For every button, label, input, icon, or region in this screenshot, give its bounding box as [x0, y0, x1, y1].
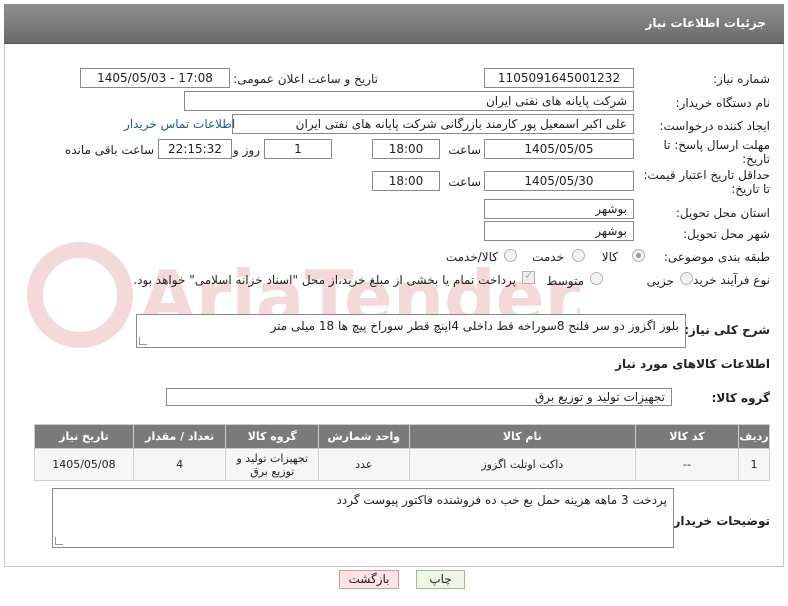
description-label: شرح کلی نیاز: — [684, 323, 770, 337]
cell-date: 1405/05/08 — [34, 448, 134, 481]
days-remaining-field: 1 — [264, 139, 332, 159]
price-validity-label-2: تا تاریخ: — [731, 182, 770, 196]
treasury-payment-checkbox[interactable] — [522, 269, 535, 284]
category-radio-goods[interactable] — [632, 249, 645, 262]
need-number-field: 1105091645001232 — [484, 68, 634, 88]
deadline-label: مهلت ارسال پاسخ: تا — [663, 138, 770, 152]
process-type-label: نوع فرآیند خرید : — [685, 273, 770, 287]
payment-note: پرداخت تمام یا بخشی از مبلغ خرید،از محل … — [133, 273, 516, 287]
days-label: روز و — [233, 143, 260, 157]
goods-group-field: تجهیزات تولید و توزیع برق — [166, 388, 672, 406]
col-unit: واحد شمارش — [318, 424, 410, 449]
cell-code: -- — [635, 448, 739, 481]
cell-name: داکت اوتلت اگزوز — [408, 448, 637, 481]
page-title: جزئیات اطلاعات نیاز — [645, 16, 766, 30]
cell-qty: 4 — [132, 448, 227, 481]
creator-field: علی اکبر اسمعیل پور کارمند بازرگانی شرکت… — [232, 114, 634, 134]
resize-grip-icon[interactable] — [55, 537, 63, 545]
remaining-time-field: 22:15:32 — [158, 139, 232, 159]
deadline-time-label: ساعت — [448, 143, 481, 157]
category-option-goods-service: کالا/خدمت — [445, 250, 498, 264]
col-code: کد کالا — [635, 424, 739, 449]
deadline-time-field: 18:00 — [372, 139, 440, 159]
process-option-minor: جزیی — [646, 274, 674, 288]
col-row: ردیف — [737, 424, 771, 449]
deadline-date-field: 1405/05/05 — [484, 139, 634, 159]
province-field: بوشهر — [484, 199, 634, 219]
header-bar: جزئیات اطلاعات نیاز — [4, 4, 784, 44]
buyer-notes-label: توضیحات خریدار: — [668, 514, 770, 528]
category-label: طبقه بندی موضوعی: — [663, 250, 770, 264]
city-label: شهر محل تحویل: — [683, 227, 770, 241]
process-option-medium: متوسط — [546, 274, 584, 288]
goods-table-header: ردیف کد کالا نام کالا واحد شمارش گروه کا… — [34, 424, 771, 449]
col-date: تاریخ نیاز — [34, 424, 134, 449]
process-radio-minor[interactable] — [680, 272, 693, 285]
col-qty: تعداد / مقدار — [132, 424, 227, 449]
city-field: بوشهر — [484, 221, 634, 241]
creator-label: ایجاد کننده درخواست: — [659, 119, 770, 133]
goods-section-title: اطلاعات کالاهای مورد نیاز — [615, 357, 770, 371]
category-radio-service[interactable] — [572, 249, 585, 262]
col-name: نام کالا — [408, 424, 637, 449]
back-button[interactable]: بازگشت — [339, 570, 399, 589]
price-validity-date-field: 1405/05/30 — [484, 171, 634, 191]
goods-table: ردیف کد کالا نام کالا واحد شمارش گروه کا… — [34, 424, 771, 481]
announce-date-field: 1405/05/03 - 17:08 — [80, 68, 230, 88]
cell-row: 1 — [737, 448, 771, 481]
province-label: استان محل تحویل: — [675, 206, 770, 220]
announce-label: تاریخ و ساعت اعلان عمومی: — [233, 72, 378, 86]
cell-unit: عدد — [318, 448, 410, 481]
buyer-notes-textarea: پردخت 3 ماهه هزینه حمل بع خب ده فروشنده … — [52, 488, 674, 548]
col-group: گروه کالا — [225, 424, 320, 449]
buyer-org-field: شرکت پایانه های نفتی ایران — [184, 91, 634, 111]
buyer-contact-link[interactable]: اطلاعات تماس خریدار — [124, 117, 235, 131]
category-option-service: خدمت — [532, 250, 564, 264]
buyer-notes-text: پردخت 3 ماهه هزینه حمل بع خب ده فروشنده … — [336, 493, 667, 507]
cell-group: تجهیزات تولید و توزیع برق — [225, 448, 320, 481]
price-validity-time-field: 18:00 — [372, 171, 440, 191]
process-radio-medium[interactable] — [590, 272, 603, 285]
description-text: بلوز اگزوز دو سر فلنج 8سوراخه قط داخلی 4… — [270, 319, 679, 333]
description-textarea: بلوز اگزوز دو سر فلنج 8سوراخه قط داخلی 4… — [136, 314, 686, 348]
category-option-goods: کالا — [601, 250, 618, 264]
buyer-org-label: نام دستگاه خریدار: — [675, 96, 771, 110]
table-row: 1 -- داکت اوتلت اگزوز عدد تجهیزات تولید … — [34, 448, 771, 481]
goods-group-label: گروه کالا: — [711, 391, 770, 405]
category-radio-goods-service[interactable] — [504, 249, 517, 262]
price-time-label: ساعت — [448, 175, 481, 189]
price-validity-label: حداقل تاریخ اعتبار قیمت: — [643, 168, 770, 182]
remaining-label: ساعت باقی مانده — [64, 143, 154, 157]
resize-grip-icon[interactable] — [139, 337, 147, 345]
need-number-label: شماره نیاز: — [713, 72, 770, 86]
deadline-label-2: تاریخ: — [742, 152, 770, 166]
print-button[interactable]: چاپ — [416, 570, 465, 589]
